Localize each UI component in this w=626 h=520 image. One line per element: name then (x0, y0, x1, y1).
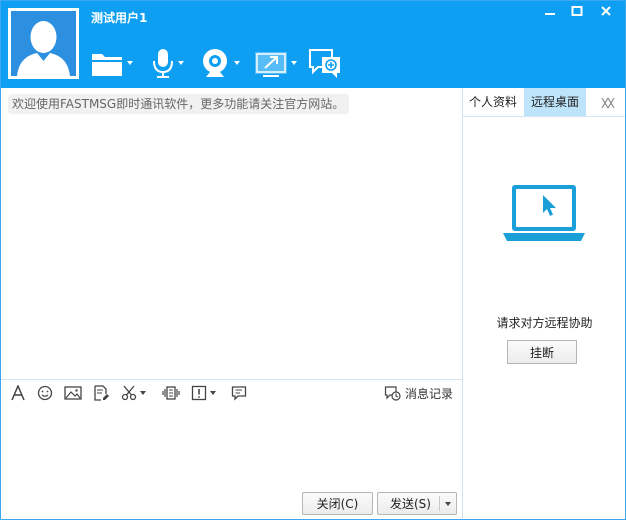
screenshot-dropdown-caret[interactable] (140, 391, 146, 395)
title-bar: 测试用户1 (0, 0, 626, 88)
group-chat-button[interactable] (308, 44, 342, 82)
image-button[interactable] (64, 383, 82, 403)
quick-reply-icon (231, 386, 247, 401)
tab-remote-desktop[interactable]: 远程桌面 (524, 88, 586, 116)
video-dropdown-caret[interactable] (234, 61, 240, 65)
voice-dropdown-caret[interactable] (178, 61, 184, 65)
video-call-button[interactable] (200, 44, 240, 82)
group-chat-add-icon (309, 49, 340, 78)
microphone-icon (153, 49, 173, 78)
shake-button[interactable] (162, 383, 180, 403)
font-icon (11, 385, 25, 401)
tab-profile[interactable]: 个人资料 (463, 88, 523, 116)
laptop-remote-icon (503, 185, 585, 241)
close-chat-button[interactable]: 关闭(C) (302, 492, 373, 515)
shake-icon (162, 386, 180, 400)
hangup-button[interactable]: 挂断 (507, 340, 577, 364)
close-icon (601, 6, 611, 16)
welcome-notice: 欢迎使用FASTMSG即时通讯软件，更多功能请关注官方网站。 (8, 94, 350, 114)
voice-call-button[interactable] (152, 44, 184, 82)
close-panel-button[interactable] (600, 96, 616, 110)
screenshot-icon (121, 385, 137, 401)
file-transfer-button[interactable] (91, 44, 133, 82)
emoji-icon (37, 385, 53, 401)
remote-dropdown-caret[interactable] (291, 61, 297, 65)
folder-icon (92, 54, 122, 76)
screenshot-button[interactable] (121, 383, 146, 403)
chat-history-icon (384, 386, 401, 401)
file-edit-icon (94, 385, 109, 401)
alert-dropdown-caret[interactable] (210, 391, 216, 395)
avatar[interactable] (8, 8, 79, 79)
remote-desktop-icon (255, 52, 287, 77)
double-close-icon (601, 97, 615, 109)
send-separator (439, 496, 440, 511)
maximize-button[interactable] (568, 3, 586, 19)
emoji-button[interactable] (37, 383, 53, 403)
panel-divider[interactable] (462, 88, 463, 520)
image-icon (64, 386, 82, 400)
alert-icon (191, 385, 207, 401)
send-label: 发送(S) (390, 497, 431, 511)
send-button[interactable]: 发送(S) (377, 492, 457, 515)
minimize-icon (545, 13, 555, 15)
minimize-button[interactable] (541, 3, 559, 19)
remote-request-text: 请求对方远程协助 (496, 316, 593, 330)
file-dropdown-caret[interactable] (127, 61, 133, 65)
send-options-caret[interactable] (445, 502, 451, 506)
input-divider[interactable] (0, 379, 462, 380)
user-silhouette-icon (11, 11, 76, 76)
file-edit-button[interactable] (93, 383, 109, 403)
close-window-button[interactable] (597, 3, 615, 19)
history-label: 消息记录 (405, 386, 454, 401)
remote-desktop-button[interactable] (255, 44, 297, 82)
font-button[interactable] (10, 383, 26, 403)
alert-button[interactable] (191, 383, 216, 403)
contact-name: 测试用户1 (91, 11, 148, 25)
webcam-icon (203, 49, 227, 77)
message-history-button[interactable]: 消息记录 (384, 383, 453, 403)
quick-reply-button[interactable] (231, 383, 247, 403)
maximize-icon (571, 6, 583, 16)
